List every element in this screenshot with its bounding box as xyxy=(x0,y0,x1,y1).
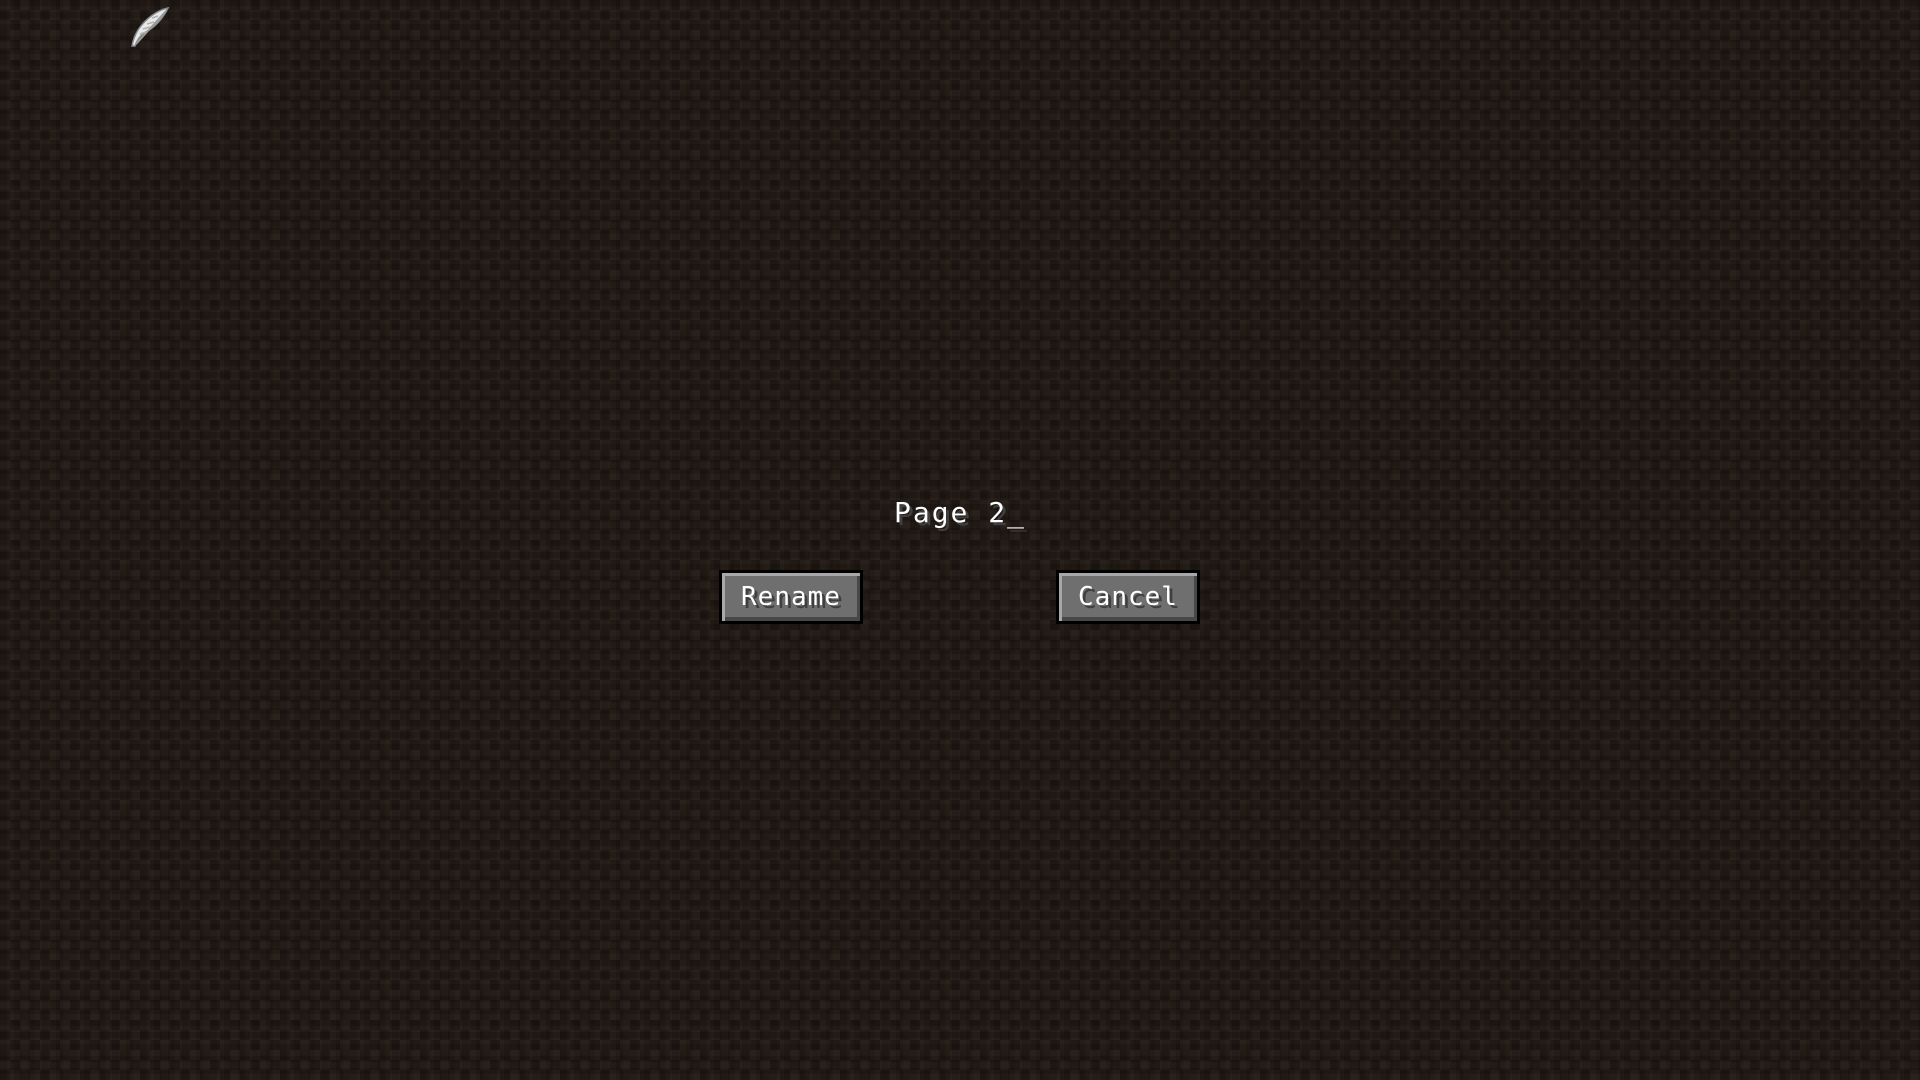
rename-button[interactable]: Rename xyxy=(719,570,863,624)
page-name-input[interactable]: Page 2_ xyxy=(0,496,1920,529)
feather-icon xyxy=(128,6,172,50)
cancel-button[interactable]: Cancel xyxy=(1056,570,1200,624)
